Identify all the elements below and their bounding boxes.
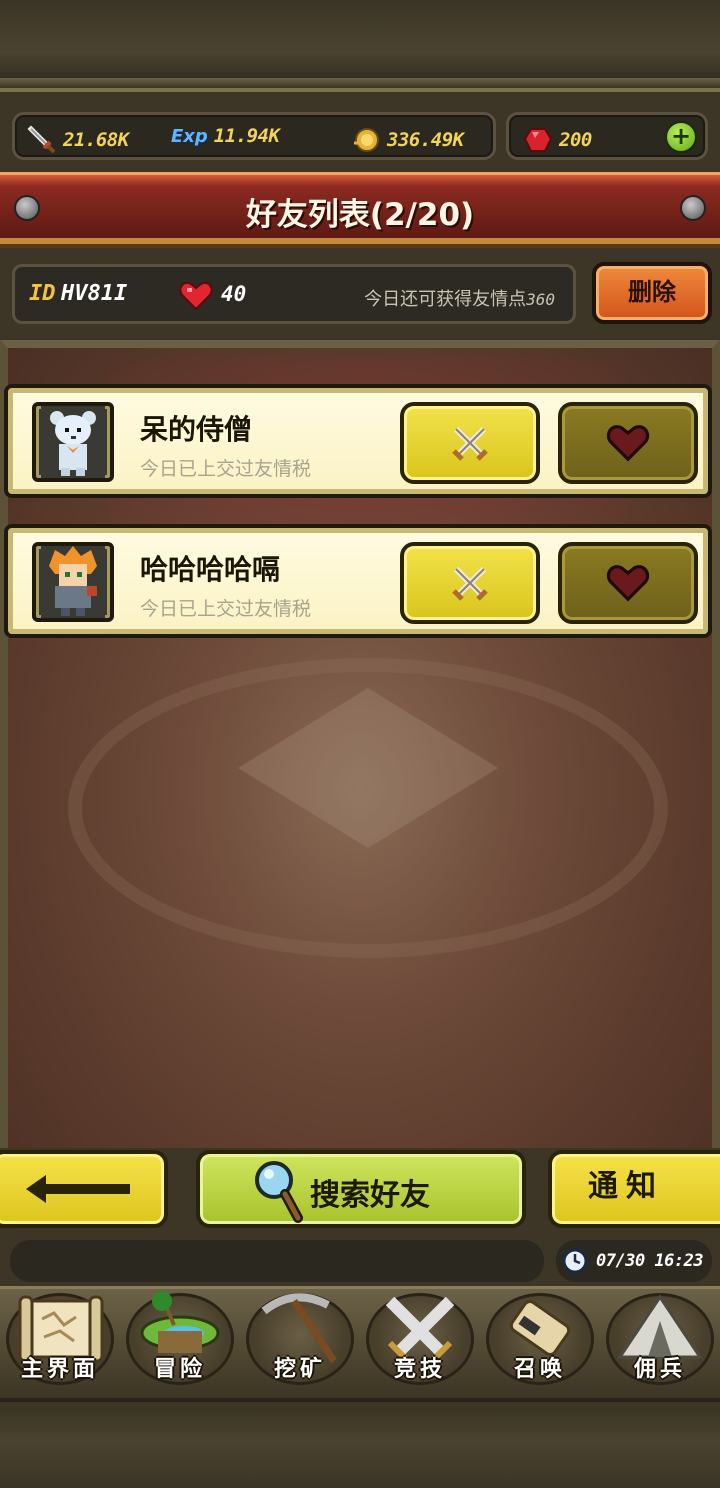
notification-button[interactable]: 通知 xyxy=(548,1150,720,1228)
nav-summon[interactable]: 召唤 xyxy=(480,1289,600,1405)
magnifier-icon xyxy=(252,1158,306,1228)
gold-value: 336.49K xyxy=(387,129,464,151)
nav-label: 佣兵 xyxy=(633,1357,686,1382)
exp-resource: Exp 11.94K xyxy=(171,125,280,147)
today-value: 360 xyxy=(526,290,555,309)
nav-arena[interactable]: 竞技 xyxy=(360,1289,480,1405)
gem-value: 200 xyxy=(559,129,592,151)
back-button[interactable] xyxy=(0,1150,168,1228)
clock-icon xyxy=(562,1248,588,1278)
gold-resource: 336.49K xyxy=(351,125,464,155)
player-info-bar: ID HV81I 40 今日还可获得友情点360 xyxy=(12,264,576,324)
ruby-gem-icon xyxy=(523,128,553,152)
crossed-swords-icon xyxy=(452,426,488,461)
nav-mercenary[interactable]: 佣兵 xyxy=(600,1289,720,1405)
friend-status: 今日已上交过友情税 xyxy=(140,598,312,620)
nav-mining[interactable]: 挖矿 xyxy=(240,1289,360,1405)
attack-value: 21.68K xyxy=(63,129,129,151)
nav-label: 主界面 xyxy=(20,1357,99,1382)
heart-icon xyxy=(606,565,650,602)
list-item[interactable]: 呆的侍僧 今日已上交过友情税 xyxy=(4,384,712,498)
time-display: 07/30 16:23 xyxy=(556,1240,712,1282)
avatar[interactable] xyxy=(32,402,114,482)
gem-resource: 200 xyxy=(523,125,592,155)
sword-icon xyxy=(27,125,56,154)
today-remaining: 今日还可获得友情点360 xyxy=(364,285,555,311)
nav-main[interactable]: 主界面 xyxy=(0,1289,120,1405)
page-title: 好友列表(2/20) xyxy=(245,197,475,233)
friend-name: 哈哈哈哈嗝 xyxy=(140,553,281,586)
search-friend-button[interactable]: 搜索好友 xyxy=(196,1150,526,1228)
heart-icon xyxy=(179,280,213,316)
map-background-top xyxy=(0,0,720,88)
gold-coin-icon xyxy=(354,128,379,152)
nav-label: 竞技 xyxy=(393,1357,446,1382)
id-label: ID xyxy=(29,281,56,306)
nav-adventure[interactable]: 冒险 xyxy=(120,1289,240,1405)
crossed-swords-icon xyxy=(452,566,488,601)
nav-label: 召唤 xyxy=(513,1357,566,1382)
bottom-nav: 主界面 冒险 挖矿 竞技 召唤 佣兵 xyxy=(0,1286,720,1402)
title-banner: 好友列表(2/20) xyxy=(0,172,720,244)
warrior-avatar-icon xyxy=(41,546,105,618)
send-heart-button[interactable] xyxy=(558,402,698,484)
challenge-button[interactable] xyxy=(400,402,540,484)
map-background-bottom xyxy=(0,1408,720,1488)
friend-name: 呆的侍僧 xyxy=(140,413,253,446)
polar-bear-avatar-icon xyxy=(41,406,105,478)
today-label: 今日还可获得友情点 xyxy=(364,289,527,310)
delete-button[interactable]: 删除 xyxy=(592,262,712,324)
nav-label: 挖矿 xyxy=(273,1357,326,1382)
arrow-left-icon xyxy=(26,1175,130,1203)
exp-icon: Exp xyxy=(171,125,208,147)
attack-resource: 21.68K xyxy=(27,125,129,155)
friendship-points: 40 xyxy=(221,282,247,306)
list-item[interactable]: 哈哈哈哈嗝 今日已上交过友情税 xyxy=(4,524,712,638)
heart-icon xyxy=(606,425,650,462)
player-id: HV81I xyxy=(61,281,128,306)
bolt-icon xyxy=(680,195,706,221)
challenge-button[interactable] xyxy=(400,542,540,624)
search-friend-label: 搜索好友 xyxy=(310,1178,430,1213)
time-value: 07/30 16:23 xyxy=(596,1251,704,1271)
exp-value: 11.94K xyxy=(213,125,280,147)
avatar[interactable] xyxy=(32,542,114,622)
add-gems-button[interactable]: + xyxy=(665,121,697,153)
send-heart-button[interactable] xyxy=(558,542,698,624)
chat-bar[interactable] xyxy=(10,1240,544,1282)
nav-label: 冒险 xyxy=(153,1357,206,1382)
gem-bar: 200 + xyxy=(506,112,708,160)
resource-bar: 21.68K Exp 11.94K 336.49K xyxy=(12,112,496,160)
friend-status: 今日已上交过友情税 xyxy=(140,458,312,480)
